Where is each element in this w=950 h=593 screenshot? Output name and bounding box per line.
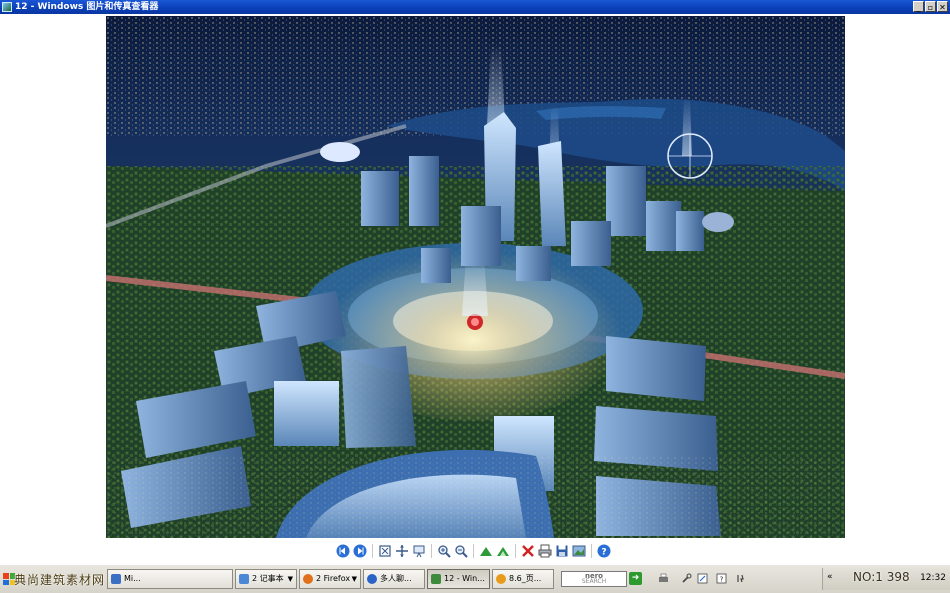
app-icon xyxy=(111,574,121,584)
toolbar-separator xyxy=(431,544,432,558)
taskbar-task[interactable]: 2 Firefox ▼ xyxy=(299,569,361,589)
tray-watermark: NO:1 398 xyxy=(853,570,910,584)
edit-window-icon[interactable] xyxy=(697,573,708,584)
delete-icon[interactable] xyxy=(521,544,535,558)
picture-viewer-app-icon[interactable] xyxy=(2,2,12,12)
zoom-in-icon[interactable] xyxy=(437,544,451,558)
task-label: 多人聊... xyxy=(380,574,412,583)
task-label: 2 记事本 xyxy=(252,574,284,583)
search-input[interactable]: nero SEARCH xyxy=(561,571,627,587)
toolbar-separator xyxy=(515,544,516,558)
slideshow-icon[interactable] xyxy=(412,544,426,558)
chevron-down-icon: ▼ xyxy=(351,575,357,583)
task-label: 12 - Win... xyxy=(444,574,485,583)
toolbar-separator xyxy=(591,544,592,558)
rotate-counterclockwise-icon[interactable] xyxy=(496,544,510,558)
best-fit-icon[interactable] xyxy=(378,544,392,558)
image-viewer-icon xyxy=(431,574,441,584)
window-title: 12 - Windows 图片和传真查看器 xyxy=(15,2,159,12)
toolbar-separator xyxy=(473,544,474,558)
rotate-clockwise-icon[interactable] xyxy=(479,544,493,558)
title-bar[interactable]: 12 - Windows 图片和传真查看器 _ ▫ ✕ xyxy=(0,0,950,14)
help-tray-icon[interactable]: ? xyxy=(716,573,727,584)
actual-size-icon[interactable] xyxy=(395,544,409,558)
system-tray: « NO:1 398 12:32 xyxy=(822,568,950,590)
svg-text:?: ? xyxy=(720,576,724,584)
displayed-image xyxy=(106,16,845,538)
notepad-icon xyxy=(239,574,249,584)
viewer-toolbar: ? xyxy=(0,540,950,564)
taskbar: 典尚建筑素材网 www.zsjzsc.net Mi... 2 记事本 ▼ 2 F… xyxy=(0,564,950,593)
task-label: Mi... xyxy=(124,574,141,583)
search-sub: SEARCH xyxy=(581,578,607,585)
tools-icon[interactable] xyxy=(735,573,746,584)
minimize-button[interactable]: _ xyxy=(913,1,924,12)
firefox-icon xyxy=(303,574,313,584)
help-icon[interactable]: ? xyxy=(597,544,611,558)
previous-image-icon[interactable] xyxy=(336,544,350,558)
task-label: 2 Firefox xyxy=(316,574,351,583)
taskbar-task[interactable]: Mi... xyxy=(107,569,233,589)
taskbar-task[interactable]: 多人聊... xyxy=(363,569,425,589)
window-controls: _ ▫ ✕ xyxy=(913,1,948,12)
next-image-icon[interactable] xyxy=(353,544,367,558)
close-button[interactable]: ✕ xyxy=(937,1,948,12)
toolbar-separator xyxy=(372,544,373,558)
show-hidden-icons-icon[interactable]: « xyxy=(827,572,833,582)
clock[interactable]: 12:32 xyxy=(920,573,946,583)
taskbar-task-active[interactable]: 12 - Win... xyxy=(427,569,490,589)
print-icon[interactable] xyxy=(538,544,552,558)
printer-icon[interactable] xyxy=(658,573,669,584)
chat-icon xyxy=(367,574,377,584)
zoom-out-icon[interactable] xyxy=(454,544,468,558)
taskbar-task[interactable]: 8.6_页... xyxy=(492,569,554,589)
task-label: 8.6_页... xyxy=(509,574,542,583)
image-view-area xyxy=(0,14,950,540)
wrench-icon[interactable] xyxy=(681,573,692,584)
edit-icon[interactable] xyxy=(572,544,586,558)
svg-text:?: ? xyxy=(601,548,606,558)
save-icon[interactable] xyxy=(555,544,569,558)
chevron-down-icon: ▼ xyxy=(287,575,293,583)
taskbar-task[interactable]: 2 记事本 ▼ xyxy=(235,569,297,589)
browser-icon xyxy=(496,574,506,584)
restore-button[interactable]: ▫ xyxy=(925,1,936,12)
search-go-icon[interactable]: ➜ xyxy=(629,572,642,585)
